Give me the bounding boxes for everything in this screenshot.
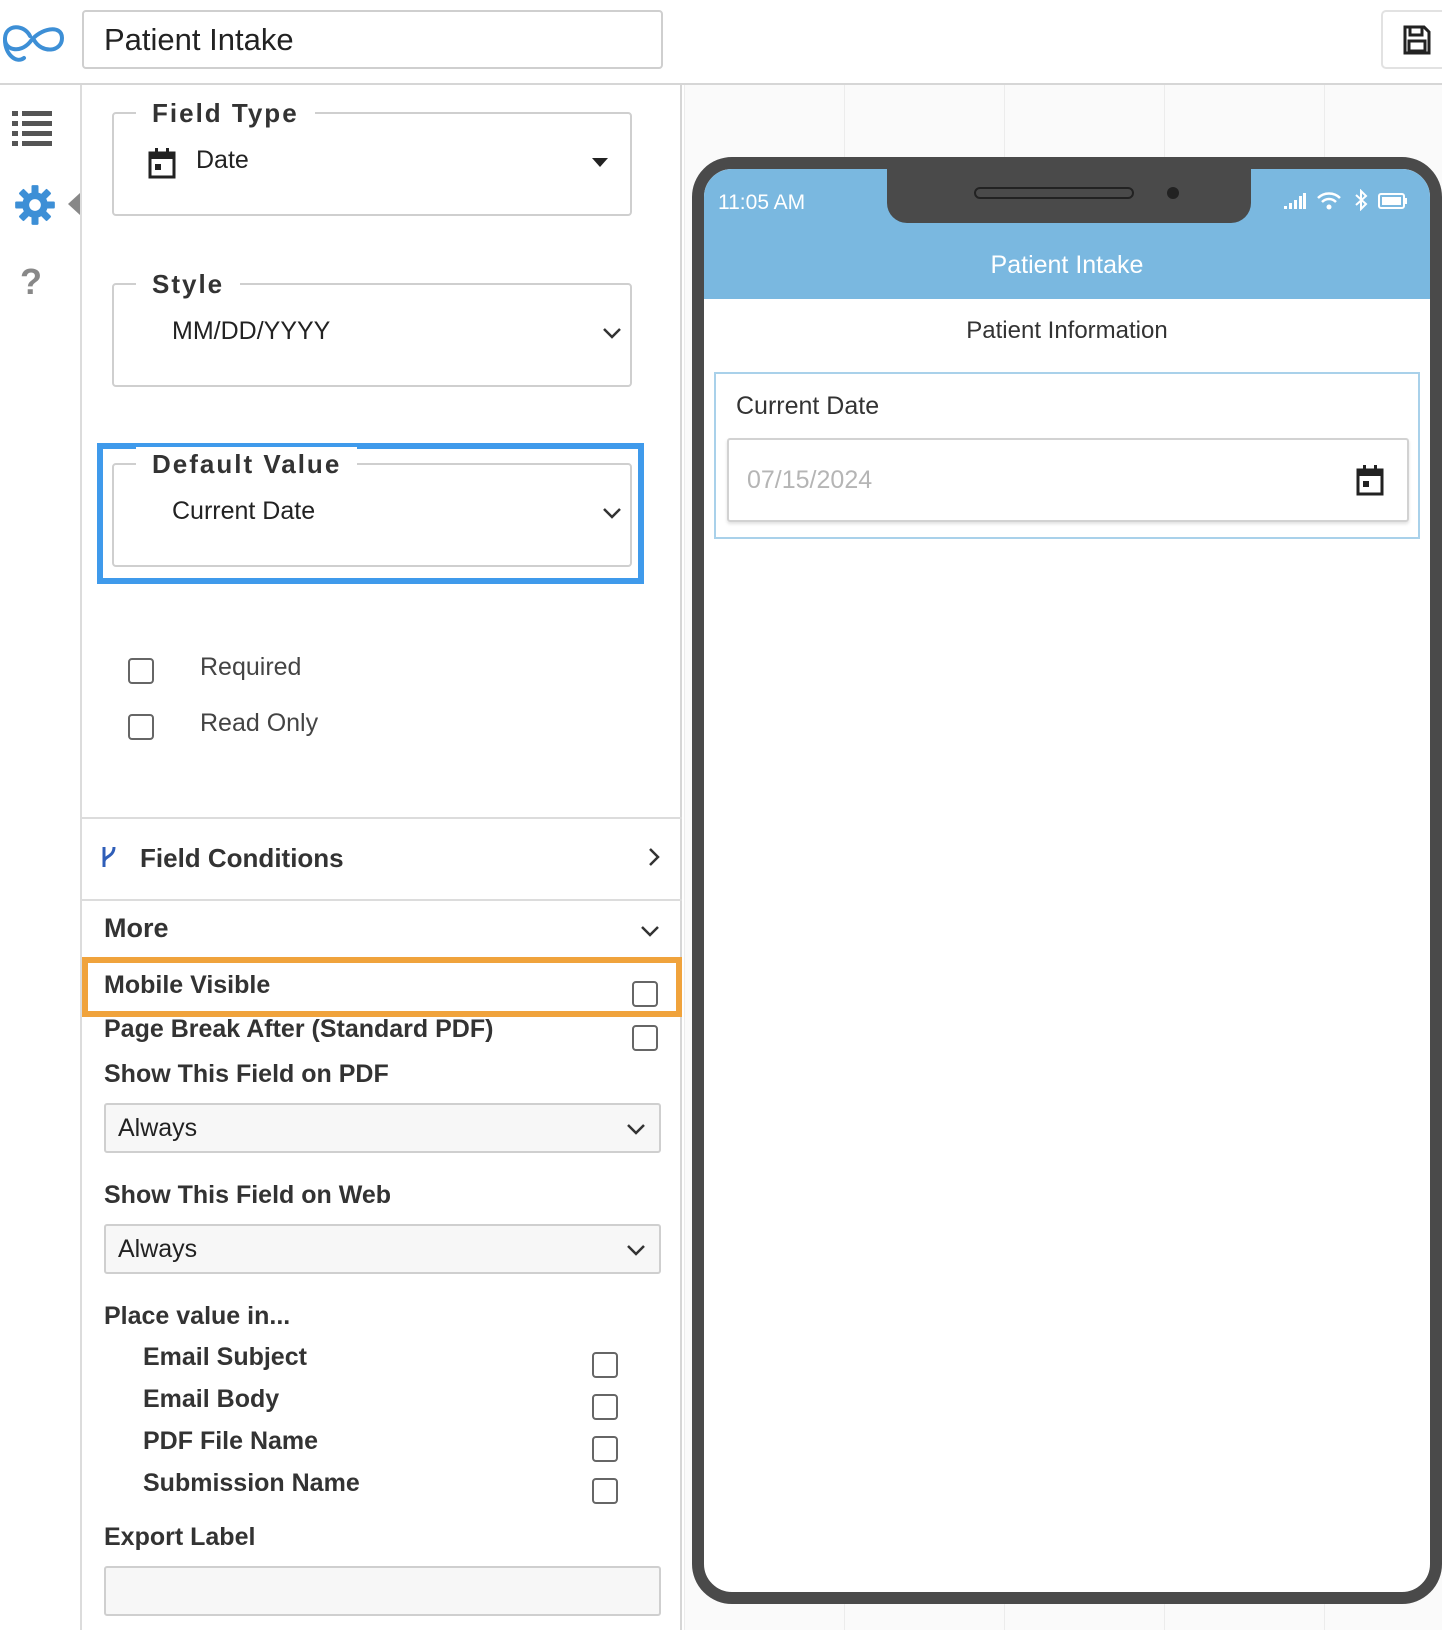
mobile-visible-label: Mobile Visible xyxy=(104,971,271,999)
date-input[interactable]: 07/15/2024 xyxy=(727,438,1409,522)
app-logo-icon[interactable] xyxy=(0,14,66,68)
default-value-select[interactable]: Default Value Current Date xyxy=(112,447,632,567)
gear-icon[interactable] xyxy=(14,184,56,226)
chevron-right-icon xyxy=(649,848,660,866)
default-value-value: Current Date xyxy=(172,497,316,525)
show-pdf-value: Always xyxy=(118,1114,198,1142)
mobile-visible-checkbox[interactable] xyxy=(632,981,658,1007)
collapse-arrow-icon[interactable] xyxy=(68,193,82,215)
phone-form-title: Patient Intake xyxy=(990,251,1144,279)
wifi-icon xyxy=(1317,192,1341,210)
page-break-label: Page Break After (Standard PDF) xyxy=(104,1015,494,1043)
page-break-checkbox[interactable] xyxy=(632,1025,658,1051)
speaker-icon xyxy=(974,187,1134,199)
field-type-value: Date xyxy=(196,146,249,174)
chevron-down-icon xyxy=(603,508,621,519)
place-value-label: Place value in... xyxy=(104,1302,291,1330)
style-select[interactable]: Style MM/DD/YYYY xyxy=(112,267,632,387)
calendar-icon[interactable] xyxy=(1356,464,1384,496)
email-subject-label: Email Subject xyxy=(143,1343,307,1371)
chevron-down-icon xyxy=(603,328,621,339)
calendar-icon xyxy=(148,148,176,179)
chevron-down-icon xyxy=(627,1245,645,1256)
signal-icon xyxy=(1284,193,1306,209)
save-button[interactable] xyxy=(1381,10,1442,69)
more-section-header[interactable]: More xyxy=(82,901,682,955)
show-web-value: Always xyxy=(118,1235,198,1263)
question-icon[interactable]: ? xyxy=(20,261,42,303)
submission-name-checkbox[interactable] xyxy=(592,1478,618,1504)
read-only-checkbox[interactable] xyxy=(128,714,154,740)
field-conditions-row[interactable]: Field Conditions xyxy=(82,819,682,899)
phone-notch xyxy=(887,169,1251,223)
chevron-down-icon xyxy=(641,926,659,937)
required-checkbox[interactable] xyxy=(128,658,154,684)
phone-preview: 11:05 AM Patient Intake Patient Informat… xyxy=(692,157,1442,1604)
bluetooth-icon xyxy=(1355,189,1368,211)
export-label: Export Label xyxy=(104,1523,256,1551)
camera-icon xyxy=(1167,187,1179,199)
battery-icon xyxy=(1378,193,1407,209)
date-field-label: Current Date xyxy=(736,392,880,420)
show-web-label: Show This Field on Web xyxy=(104,1181,392,1209)
show-pdf-label: Show This Field on PDF xyxy=(104,1060,389,1088)
field-conditions-label: Field Conditions xyxy=(140,843,344,873)
submission-name-label: Submission Name xyxy=(143,1469,360,1497)
field-type-legend: Field Type xyxy=(136,96,315,130)
pdf-file-name-checkbox[interactable] xyxy=(592,1436,618,1462)
top-bar: Patient Intake xyxy=(0,0,1442,85)
branch-icon xyxy=(102,846,116,867)
field-type-select[interactable]: Field Type Date xyxy=(112,96,632,216)
export-label-input[interactable] xyxy=(104,1566,661,1616)
read-only-label: Read Only xyxy=(200,709,319,737)
date-field-card[interactable]: Current Date 07/15/2024 xyxy=(714,372,1420,539)
email-body-checkbox[interactable] xyxy=(592,1394,618,1420)
floppy-disk-icon xyxy=(1403,25,1431,55)
show-web-select[interactable]: Always xyxy=(104,1224,661,1274)
show-pdf-select[interactable]: Always xyxy=(104,1103,661,1153)
status-time: 11:05 AM xyxy=(718,191,806,214)
email-subject-checkbox[interactable] xyxy=(592,1352,618,1378)
default-value-legend: Default Value xyxy=(136,447,358,481)
settings-panel: Field Type Date Style MM/DD/YYYY Default… xyxy=(82,85,682,1630)
phone-header: 11:05 AM Patient Intake xyxy=(704,169,1430,299)
pdf-file-name-label: PDF File Name xyxy=(143,1427,319,1455)
date-placeholder: 07/15/2024 xyxy=(747,466,873,494)
left-rail: ? xyxy=(0,85,82,1630)
section-title: Patient Information xyxy=(966,317,1168,344)
style-value: MM/DD/YYYY xyxy=(172,317,331,345)
more-label: More xyxy=(104,913,169,943)
required-label: Required xyxy=(200,653,302,681)
style-legend: Style xyxy=(136,267,241,301)
chevron-down-icon xyxy=(627,1124,645,1135)
form-title-input[interactable]: Patient Intake xyxy=(82,10,663,69)
list-icon[interactable] xyxy=(12,105,54,147)
email-body-label: Email Body xyxy=(143,1385,280,1413)
caret-down-icon xyxy=(592,158,608,167)
